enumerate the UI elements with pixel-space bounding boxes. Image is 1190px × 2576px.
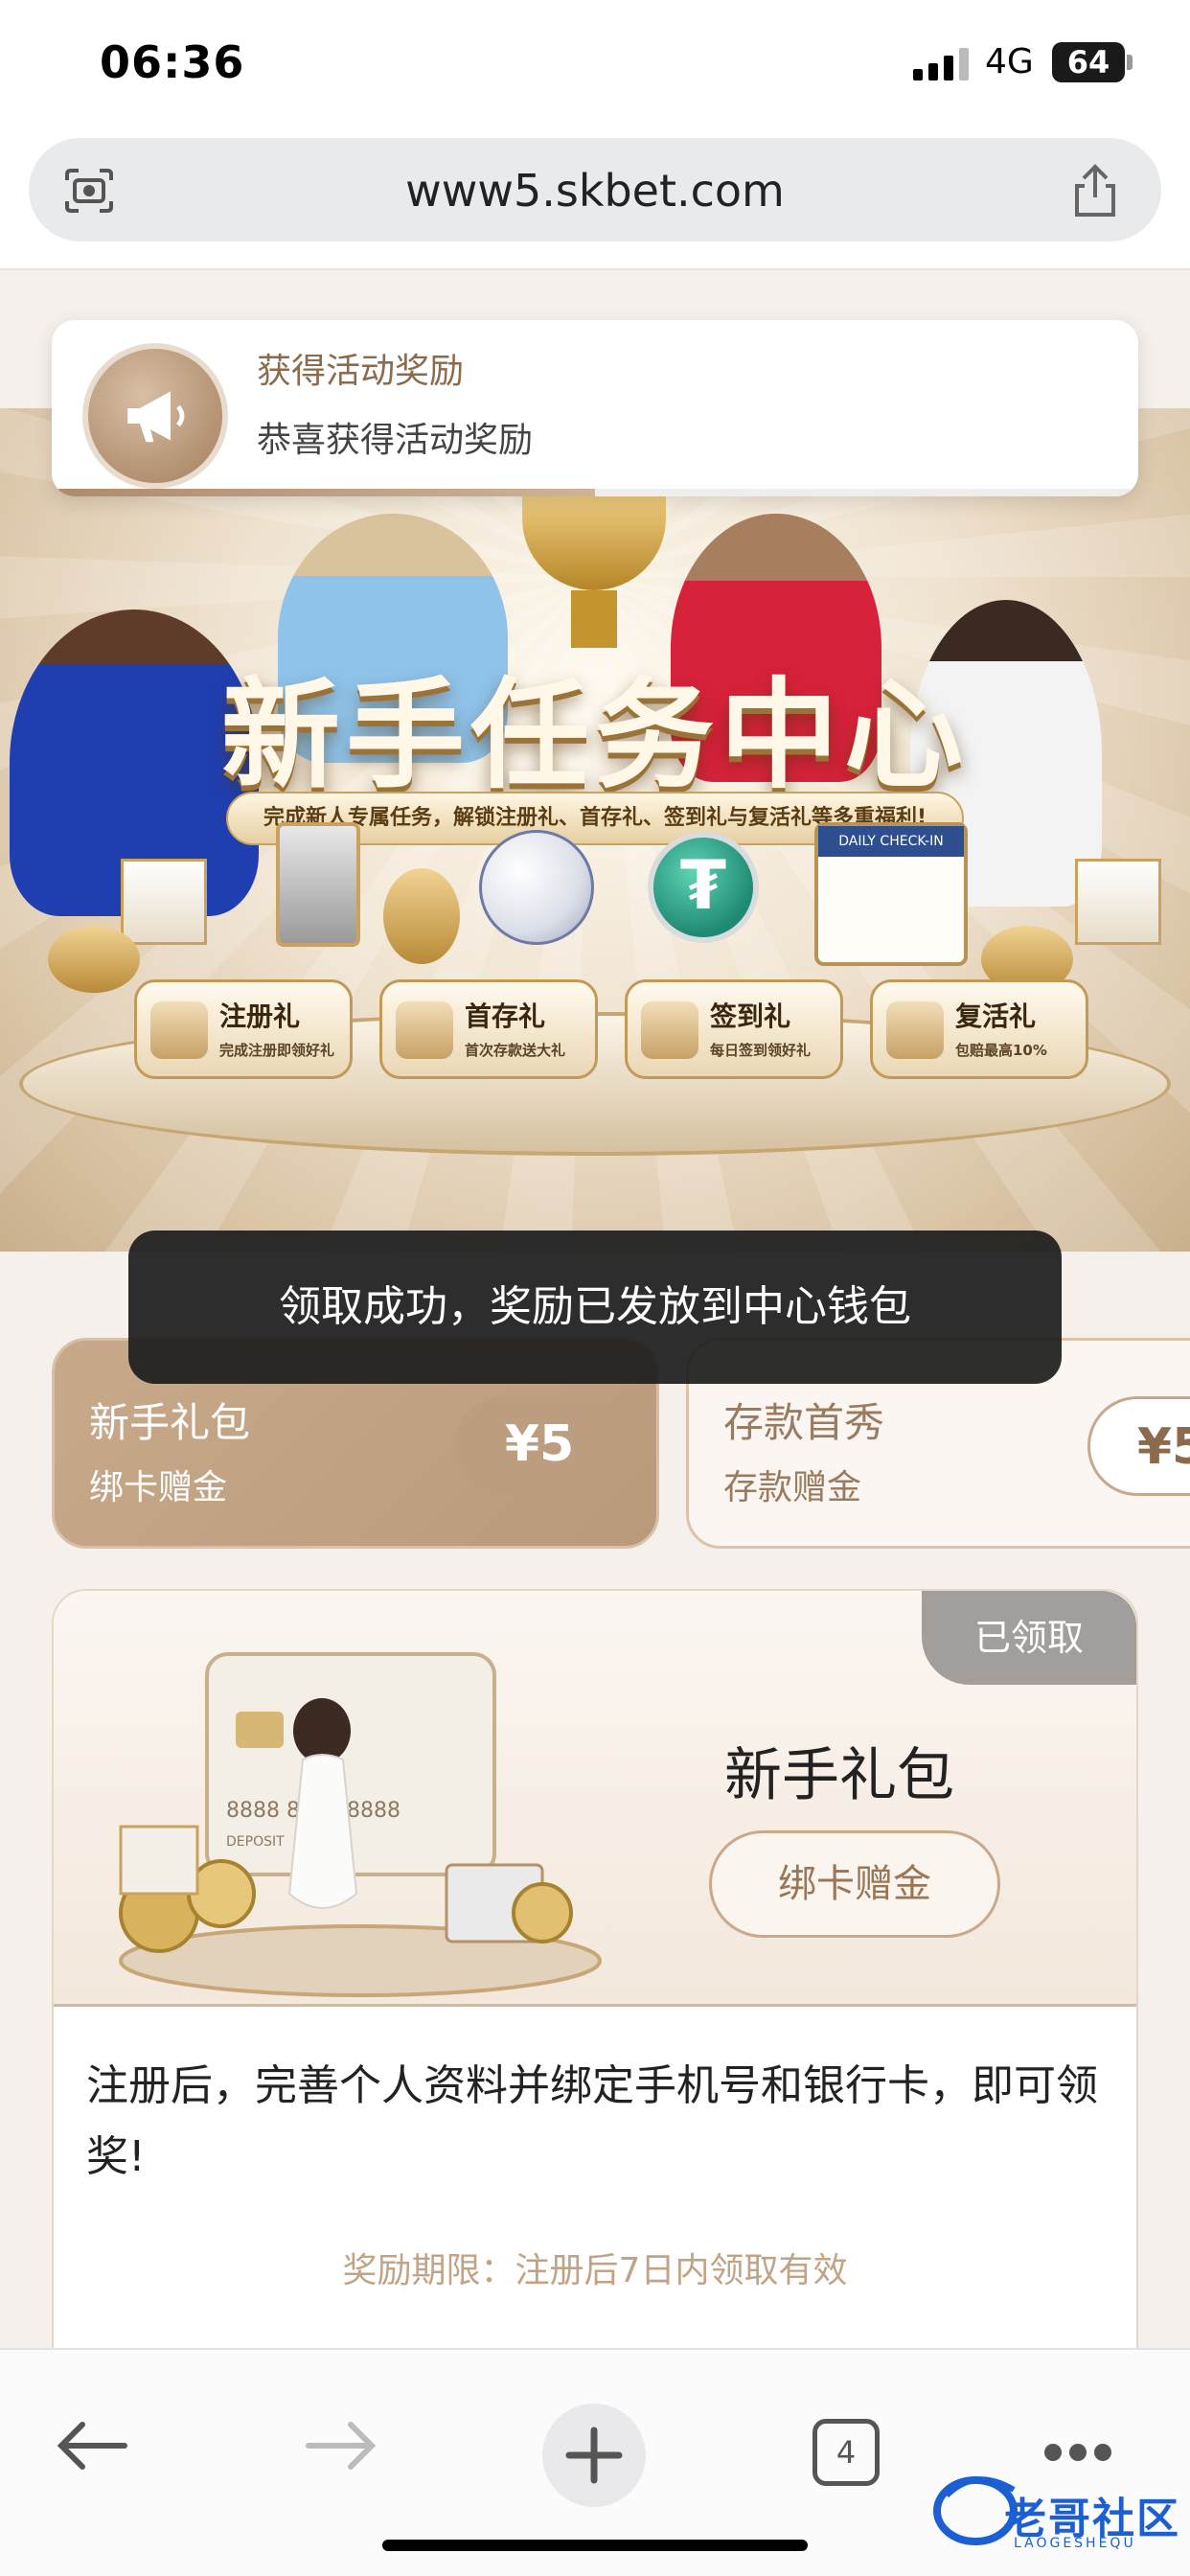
notification-text: 恭喜获得活动奖励 (257, 421, 534, 460)
gift-icon (1075, 859, 1161, 945)
tabs-count-button[interactable]: 4 (812, 2419, 880, 2486)
bank-card-illustration: 8888 8888 8888 DEPOSIT (119, 1652, 602, 1997)
task-checkin[interactable]: 签到礼 每日签到领好礼 (625, 979, 843, 1079)
page-content: 新手任务中心 完成新人专属任务，解锁注册礼、首存礼、签到礼与复活礼等多重福利! … (0, 272, 1190, 2348)
tab-amount: ¥5 (1087, 1396, 1190, 1496)
task-title: 首存礼 (465, 1000, 546, 1032)
safe-icon (396, 1001, 453, 1059)
progress-fill (52, 489, 595, 496)
tab-title: 新手礼包 (89, 1399, 251, 1446)
task-desc: 包赔最高10% (955, 1042, 1047, 1059)
promo-description: 注册后，完善个人资料并绑定手机号和银行卡，即可领奖! (86, 2061, 1098, 2181)
task-desc: 首次存款送大礼 (465, 1042, 566, 1059)
tether-coin-icon: ₮ (648, 832, 759, 943)
hero-title: 新手任务中心 (220, 667, 969, 805)
task-title: 签到礼 (710, 1000, 791, 1032)
megaphone-icon (127, 391, 185, 443)
new-tab-button[interactable] (542, 2404, 646, 2507)
calendar-check-icon (641, 1001, 698, 1059)
notification-avatar (82, 343, 228, 489)
task-title: 复活礼 (955, 1000, 1037, 1032)
signal-icon (913, 48, 969, 80)
back-arrow-icon[interactable] (54, 2417, 130, 2474)
more-options-icon[interactable] (1044, 2444, 1111, 2463)
card-deposit-label: DEPOSIT (226, 1834, 285, 1850)
task-title: 注册礼 (219, 1000, 301, 1032)
checkin-calendar-icon: DAILY CHECK-IN (814, 822, 968, 966)
success-toast: 领取成功，奖励已发放到中心钱包 (128, 1230, 1062, 1384)
notification-progress (52, 489, 1138, 496)
browser-address-area: www5.skbet.com (0, 125, 1190, 270)
heart-icon (886, 1001, 944, 1059)
tab-title: 存款首秀 (723, 1399, 885, 1446)
forward-arrow-icon[interactable] (303, 2417, 379, 2474)
promo-card-title: 新手礼包 (724, 1742, 954, 1809)
network-type: 4G (985, 42, 1034, 81)
hero-banner[interactable]: 新手任务中心 完成新人专属任务，解锁注册礼、首存礼、签到礼与复活礼等多重福利! … (0, 408, 1190, 1252)
task-desc: 每日签到领好礼 (710, 1042, 812, 1059)
notification-title: 获得活动奖励 (257, 352, 465, 391)
plus-icon (565, 2426, 623, 2484)
share-icon[interactable] (1069, 163, 1121, 218)
task-first-deposit[interactable]: 首存礼 首次存款送大礼 (379, 979, 598, 1079)
coin-stack-icon (383, 868, 460, 964)
claimed-badge: 已领取 (922, 1591, 1136, 1685)
task-register[interactable]: 注册礼 完成注册即领好礼 (134, 979, 353, 1079)
status-bar: 06:36 4G 64 (0, 0, 1190, 125)
promo-card-header: 8888 8888 8888 DEPOSIT 已领取 新手礼包 绑卡赠金 (54, 1591, 1136, 2007)
battery-tip (1127, 55, 1133, 70)
tab-amount: ¥5 (455, 1396, 624, 1496)
task-revive[interactable]: 复活礼 包赔最高10% (870, 979, 1088, 1079)
promo-card: 8888 8888 8888 DEPOSIT 已领取 新手礼包 绑卡赠金 注册后… (52, 1589, 1138, 2348)
clock: 06:36 (100, 36, 245, 88)
battery-icon: 64 (1052, 42, 1125, 82)
user-add-icon (150, 1001, 208, 1059)
safe-icon (276, 822, 360, 947)
watermark-subtext: LAOGESHEQU (1014, 2536, 1136, 2551)
address-bar[interactable]: www5.skbet.com (29, 138, 1161, 242)
coin-stack-icon (48, 926, 140, 993)
calendar-label: DAILY CHECK-IN (818, 826, 964, 857)
url-text[interactable]: www5.skbet.com (29, 165, 1161, 217)
task-row: 注册礼 完成注册即领好礼 首存礼 首次存款送大礼 签到礼 每日签到领好礼 复活礼… (134, 979, 1088, 1085)
home-indicator (382, 2540, 808, 2551)
tab-subtitle: 存款赠金 (723, 1468, 862, 1507)
task-desc: 完成注册即领好礼 (219, 1042, 335, 1059)
football-icon (479, 830, 594, 945)
promo-validity-note: 奖励期限：注册后7日内领取有效 (342, 2251, 848, 2290)
gift-icon (121, 859, 207, 945)
reward-notification[interactable]: 获得活动奖励 恭喜获得活动奖励 (52, 320, 1138, 496)
bind-card-button[interactable]: 绑卡赠金 (709, 1830, 1000, 1938)
tab-subtitle: 绑卡赠金 (89, 1468, 228, 1507)
